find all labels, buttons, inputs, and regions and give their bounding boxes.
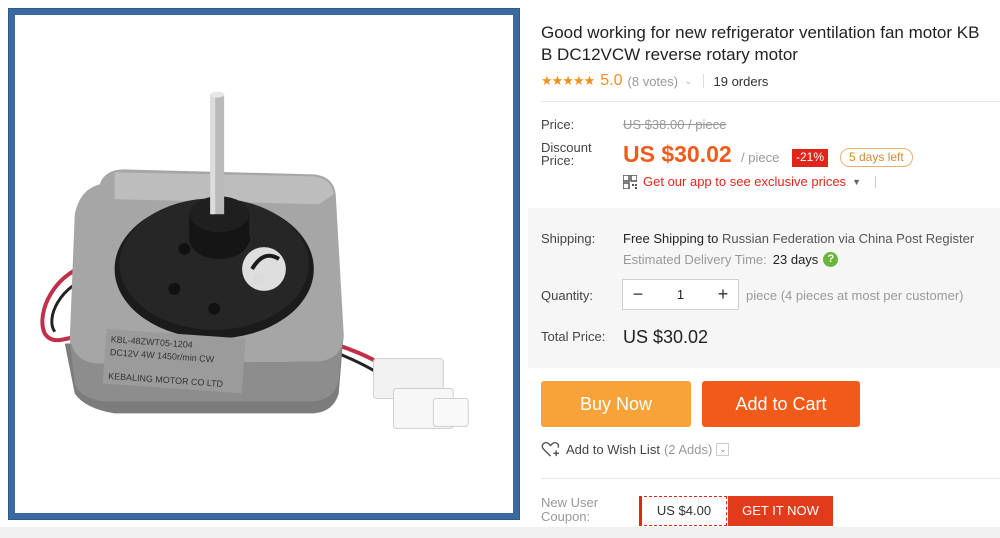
per-piece-unit: / piece (741, 150, 780, 165)
add-to-cart-button[interactable]: Add to Cart (702, 381, 860, 427)
get-coupon-button[interactable]: GET IT NOW (728, 496, 833, 526)
estimated-delivery-days: 23 days (772, 252, 819, 267)
estimated-delivery-label: Estimated Delivery Time: (623, 252, 767, 267)
buy-now-button[interactable]: Buy Now (541, 381, 691, 427)
quantity-label: Quantity: (541, 288, 594, 303)
shipping-free-text: Free Shipping to (623, 231, 723, 246)
page-bottom-strip (0, 527, 1000, 538)
wishlist-count: (2 Adds) (663, 442, 713, 457)
quantity-increase-button[interactable]: + (708, 284, 738, 305)
discount-price: US $30.02 (623, 141, 732, 167)
shipping-label: Shipping: (541, 231, 596, 246)
help-icon[interactable]: ? (823, 252, 839, 267)
rating-row: ★★★★★ 5.0 (8 votes) ⌄ 19 orders (541, 70, 768, 92)
app-divider (874, 175, 876, 188)
caret-down-icon[interactable]: ▼ (852, 177, 861, 187)
quantity-limit-note: piece (4 pieces at most per customer) (746, 288, 964, 303)
chevron-down-icon[interactable]: ⌄ (684, 76, 692, 87)
fan-motor-image: KBL-48ZWT05-1204 DC12V 4W 1450r/min CW K… (40, 91, 469, 429)
quantity-input[interactable]: 1 (653, 287, 708, 302)
discount-price-label: Discount Price: (541, 141, 592, 167)
section-divider (541, 478, 1000, 479)
coupon-label-line1: New User (541, 495, 599, 510)
total-price-value: US $30.02 (623, 327, 709, 347)
coupon-label-line2: Coupon: (541, 509, 591, 524)
app-exclusive-text[interactable]: Get our app to see exclusive prices (643, 174, 846, 189)
rating-divider (702, 74, 704, 88)
product-image-frame: KBL-48ZWT05-1204 DC12V 4W 1450r/min CW K… (8, 8, 520, 520)
coupon-label: New User Coupon: (541, 496, 598, 524)
product-title-line2: B DC12VCW reverse rotary motor (541, 45, 798, 64)
order-count: 19 orders (713, 73, 769, 89)
original-price: US $38.00 / piece (623, 117, 727, 132)
days-left-badge: 5 days left (840, 148, 913, 167)
shipping-method[interactable]: Free Shipping to Russian Federation via … (623, 231, 974, 246)
star-rating-icon: ★★★★★ (541, 73, 595, 88)
product-info-panel: Good working for new refrigerator ventil… (528, 0, 1000, 538)
app-exclusive-link[interactable]: Get our app to see exclusive prices ▼ (623, 174, 876, 189)
coupon-value: US $4.00 (639, 496, 727, 526)
add-to-wishlist[interactable]: Add to Wish List (2 Adds) ⌄ (541, 441, 730, 458)
discount-percent-badge: -21% (792, 149, 829, 167)
product-image[interactable]: KBL-48ZWT05-1204 DC12V 4W 1450r/min CW K… (15, 15, 513, 513)
product-title: Good working for new refrigerator ventil… (541, 22, 1000, 66)
qr-code-icon (623, 174, 637, 189)
price-label: Price: (541, 117, 575, 132)
estimated-delivery: Estimated Delivery Time: 23 days ? (623, 252, 839, 267)
product-title-line1: Good working for new refrigerator ventil… (541, 23, 980, 42)
total-price-label: Total Price: (541, 329, 606, 344)
discount-label-line2: Price: (541, 153, 575, 168)
quantity-decrease-button[interactable]: − (623, 284, 653, 305)
vote-count-link[interactable]: (8 votes) (628, 74, 679, 89)
wishlist-label[interactable]: Add to Wish List (566, 442, 660, 457)
quantity-stepper: − 1 + (622, 279, 739, 310)
wishlist-dropdown-icon[interactable]: ⌄ (716, 443, 730, 456)
rating-value: 5.0 (600, 72, 623, 89)
section-divider (541, 101, 1000, 102)
shipping-destination[interactable]: Russian Federation via China Post Regist… (722, 231, 974, 246)
heart-plus-icon (541, 441, 560, 457)
